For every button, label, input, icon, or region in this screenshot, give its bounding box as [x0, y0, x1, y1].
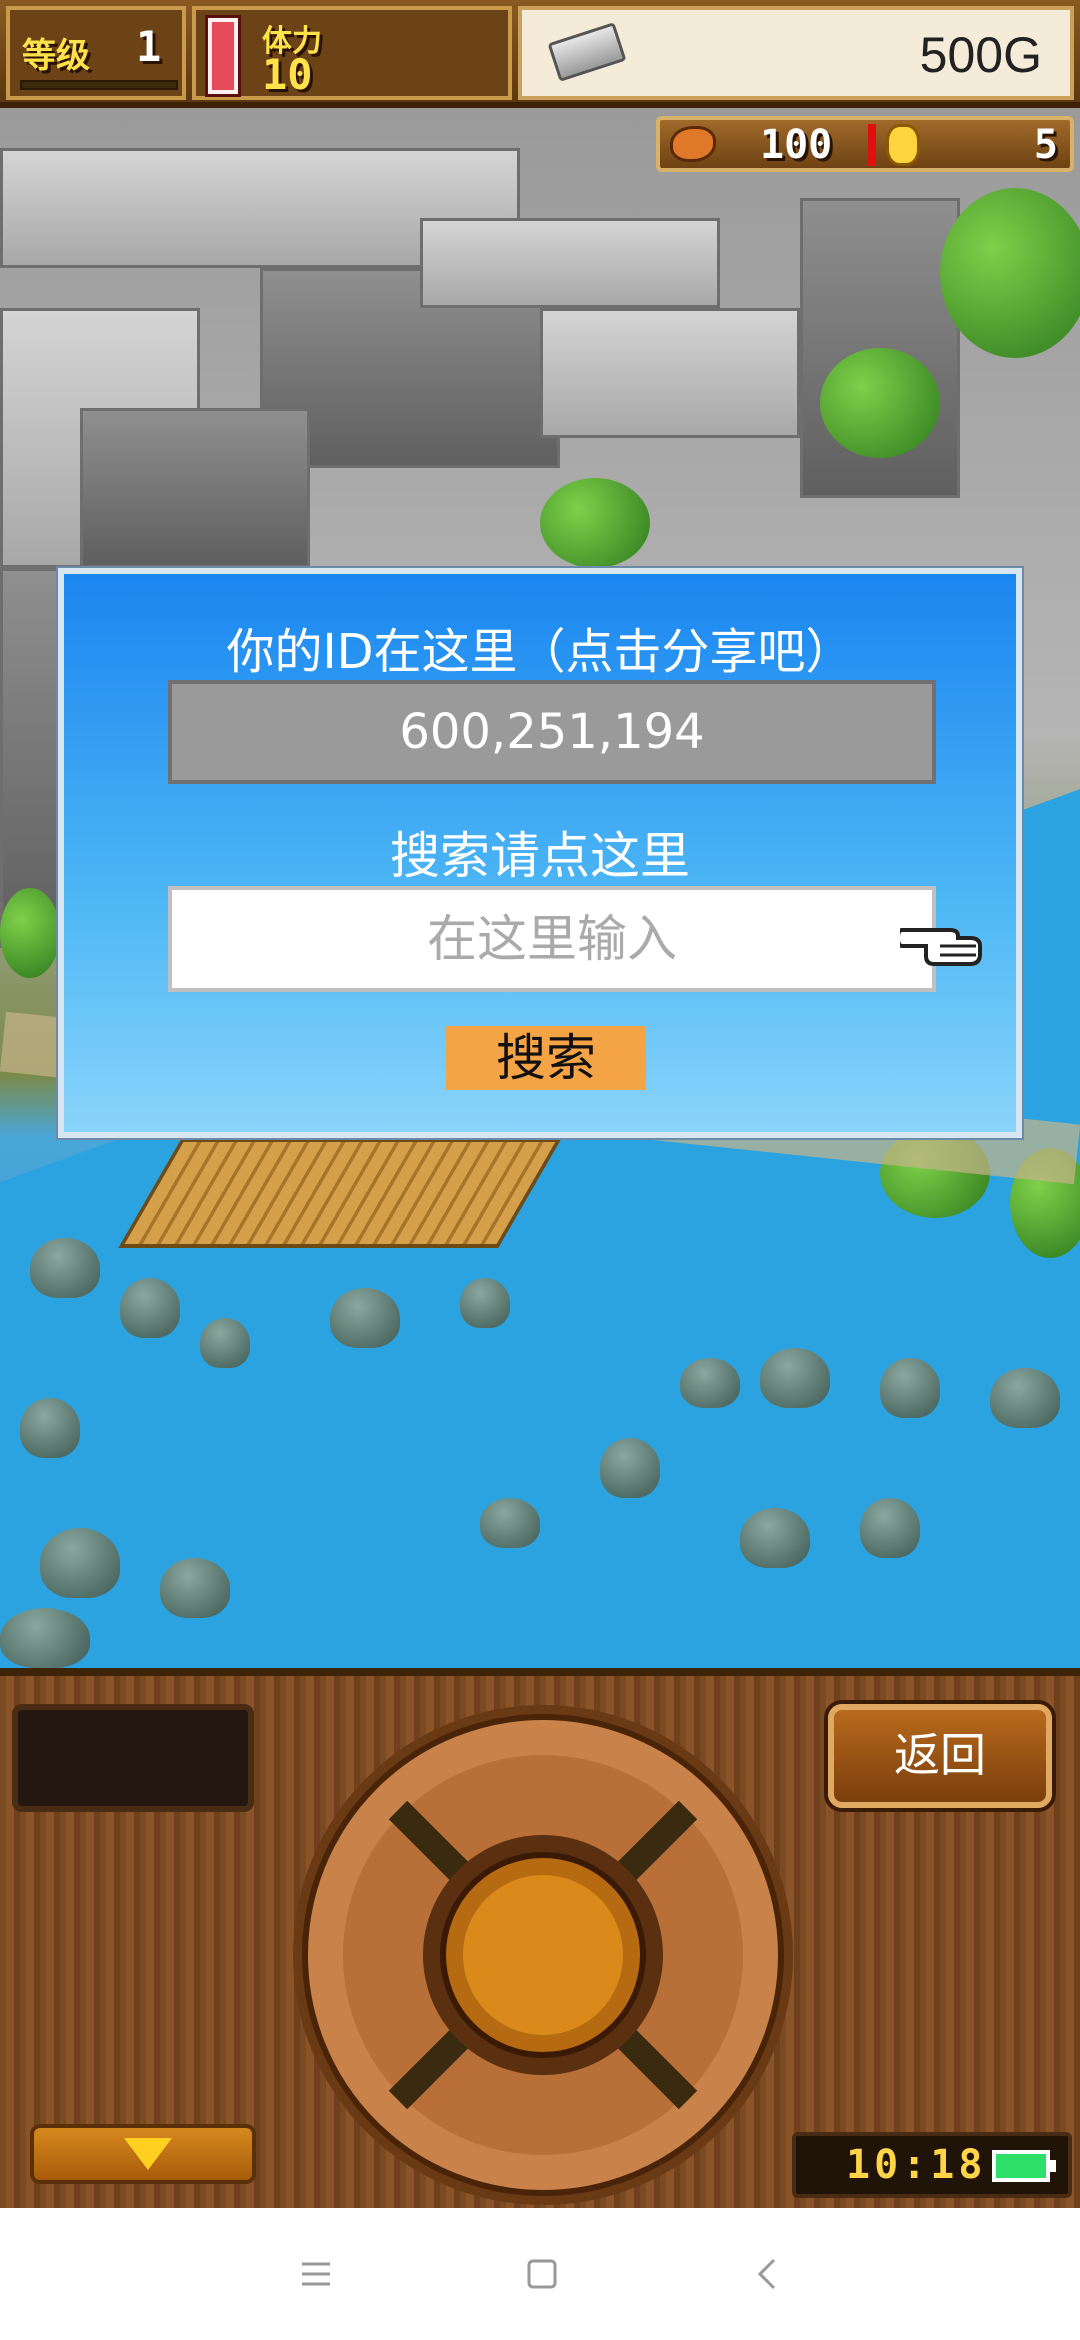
id-title: 你的ID在这里（点击分享吧）	[226, 624, 854, 680]
castle-wall	[420, 218, 720, 308]
rock	[20, 1398, 80, 1458]
menu-toggle-button[interactable]	[30, 2124, 256, 2184]
food-value: 100	[760, 122, 833, 168]
rock	[200, 1318, 250, 1368]
gold-panel: 500G	[518, 6, 1074, 100]
rock	[740, 1508, 810, 1568]
experience-bar	[20, 80, 178, 90]
stamina-value: 10	[262, 50, 313, 99]
level-panel: 等级 1	[6, 6, 186, 100]
game-scene[interactable]: 等级 1 体力 10 500G 100 5 你的ID在这里（点击分享吧） 600…	[0, 0, 1080, 1668]
resource-strip: 100 5	[656, 116, 1074, 172]
menu-icon[interactable]	[286, 2244, 346, 2304]
rock	[760, 1348, 830, 1408]
wooden-dock	[118, 1138, 562, 1248]
battery-icon	[992, 2150, 1056, 2182]
gold-bar-icon	[547, 22, 627, 82]
search-input[interactable]: 在这里输入	[168, 886, 936, 992]
rock	[990, 1368, 1060, 1428]
down-arrow-icon	[124, 2138, 172, 2170]
back-icon[interactable]	[738, 2244, 798, 2304]
search-title: 搜索请点这里	[390, 827, 690, 885]
rock	[860, 1498, 920, 1558]
medal-value: 5	[1033, 122, 1058, 168]
tree	[540, 478, 650, 568]
castle-wall	[80, 408, 310, 568]
pointing-hand-icon	[900, 928, 982, 966]
food-indicator	[868, 124, 876, 166]
rock	[460, 1278, 510, 1328]
rock	[600, 1438, 660, 1498]
control-panel: 返回 10:18	[0, 1668, 1080, 2208]
food-icon	[670, 126, 716, 162]
rock	[120, 1278, 180, 1338]
rock	[880, 1358, 940, 1418]
home-icon[interactable]	[512, 2244, 572, 2304]
top-hud: 等级 1 体力 10 500G	[0, 0, 1080, 108]
rock	[330, 1288, 400, 1348]
search-button[interactable]: 搜索	[446, 1026, 646, 1090]
tree	[820, 348, 940, 458]
back-button[interactable]: 返回	[828, 1704, 1052, 1808]
id-search-dialog: 你的ID在这里（点击分享吧） 600,251,194 搜索请点这里 在这里输入 …	[58, 568, 1022, 1138]
tree	[0, 888, 60, 978]
castle-wall	[540, 308, 800, 438]
rock	[480, 1498, 540, 1548]
rock	[40, 1528, 120, 1598]
stamina-gauge	[208, 18, 238, 94]
clock-panel: 10:18	[792, 2132, 1072, 2198]
gold-value: 500G	[919, 27, 1042, 83]
system-nav-bar	[0, 2208, 1080, 2340]
rock	[0, 1608, 90, 1668]
player-id-share-box[interactable]: 600,251,194	[168, 680, 936, 784]
tree	[940, 188, 1080, 358]
rock	[680, 1358, 740, 1408]
level-label: 等级	[22, 36, 90, 76]
clock: 10:18	[846, 2142, 987, 2188]
info-screen	[12, 1704, 254, 1812]
rock	[160, 1558, 230, 1618]
coin-icon	[886, 124, 920, 166]
rock	[30, 1238, 100, 1298]
stamina-panel: 体力 10	[192, 6, 512, 100]
level-value: 1	[136, 22, 162, 71]
directional-pad[interactable]	[288, 1700, 798, 2210]
